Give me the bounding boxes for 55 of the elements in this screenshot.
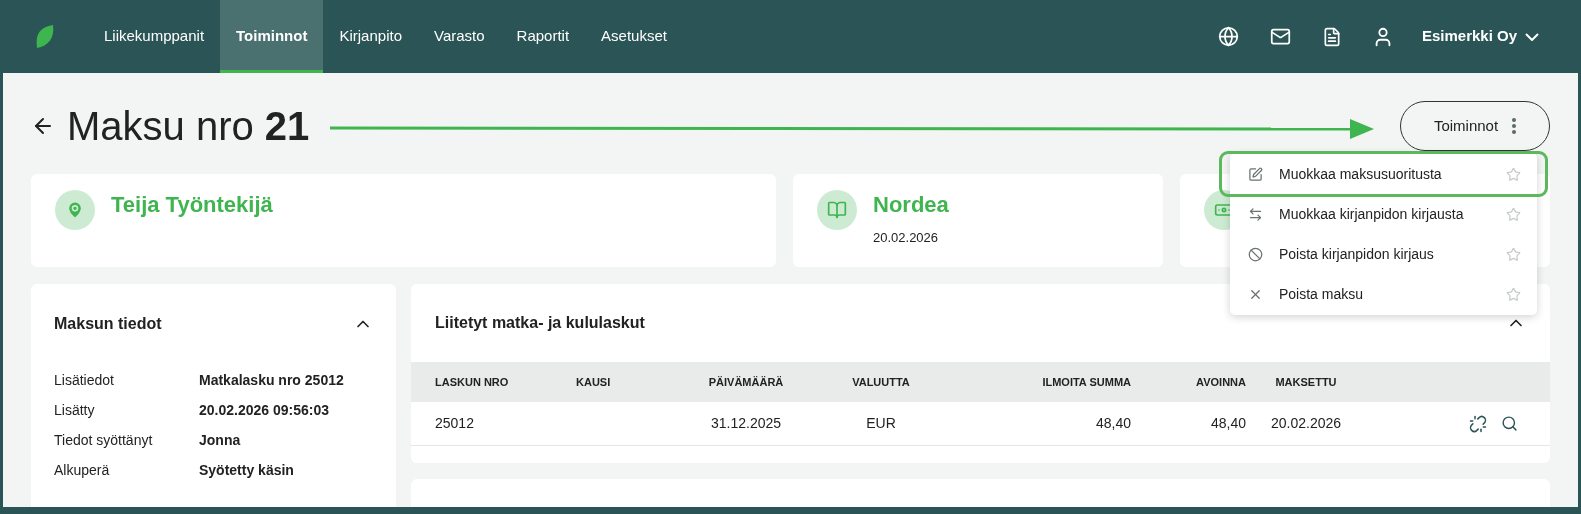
- book-icon: [817, 190, 857, 230]
- detail-label: Alkuperä: [54, 461, 111, 480]
- column-header: AVOINNA: [1195, 374, 1246, 390]
- table-cell: EUR: [866, 415, 896, 431]
- detail-value: Jonna: [199, 431, 241, 450]
- table-cell: 48,40: [1210, 415, 1246, 431]
- table-cell: 48,40: [1095, 415, 1131, 431]
- detail-label: Tiedot syöttänyt: [54, 431, 154, 450]
- nav-tab[interactable]: Raportit: [500, 0, 586, 73]
- column-header: VALUUTTA: [851, 374, 911, 390]
- details-title: Maksun tiedot: [54, 314, 162, 334]
- menu-item[interactable]: Muokkaa kirjanpidon kirjausta: [1230, 194, 1537, 234]
- card-title: Nordea: [873, 191, 949, 219]
- table-title: Liitetyt matka- ja kululaskut: [435, 313, 645, 333]
- nav-tab[interactable]: Kirjanpito: [323, 0, 418, 73]
- nav-tab[interactable]: Varasto: [418, 0, 501, 73]
- column-header: ILMOITA SUMMA: [1041, 374, 1131, 390]
- column-header: LASKUN NRO: [434, 374, 510, 390]
- table-cell: 31.12.2025: [710, 415, 782, 431]
- detail-label: Lisätty: [54, 401, 96, 420]
- table-cell: 20.02.2026: [1270, 415, 1342, 431]
- detail-value: Syötetty käsin: [199, 461, 294, 480]
- menu-item[interactable]: Poista maksu: [1230, 274, 1537, 314]
- swap-icon: [1248, 206, 1263, 222]
- nav-tab[interactable]: Liikekumppanit: [88, 0, 221, 73]
- edit-icon: [1248, 166, 1263, 182]
- block-icon: [1248, 246, 1263, 262]
- column-header: PÄIVÄMÄÄRÄ: [707, 374, 785, 390]
- detail-value: 20.02.2026 09:56:03: [199, 401, 329, 420]
- chevron-down-icon: [1525, 32, 1539, 41]
- menu-item[interactable]: Muokkaa maksusuoritusta: [1222, 154, 1545, 194]
- actions-button[interactable]: Toiminnot: [1400, 101, 1550, 151]
- star-icon[interactable]: [1506, 166, 1521, 182]
- map-pin-icon: [55, 190, 95, 230]
- menu-item[interactable]: Poista kirjanpidon kirjaus: [1230, 234, 1537, 274]
- company-menu[interactable]: Esimerkki Oy: [1421, 25, 1539, 48]
- detail-label: Lisätiedot: [54, 371, 115, 390]
- star-icon[interactable]: [1506, 206, 1521, 222]
- more-icon: [1512, 118, 1517, 134]
- leaf-logo-icon: [34, 23, 56, 50]
- star-icon[interactable]: [1506, 246, 1521, 262]
- unlink-icon[interactable]: [1469, 414, 1487, 433]
- globe-icon[interactable]: [1217, 26, 1239, 47]
- nav-tab[interactable]: Asetukset: [585, 0, 683, 73]
- card-title: Teija Työntekijä: [111, 191, 273, 219]
- detail-value: Matkalasku nro 25012: [199, 371, 344, 390]
- nav-tab[interactable]: Toiminnot: [220, 0, 324, 73]
- column-header: KAUSI: [576, 374, 612, 390]
- search-icon[interactable]: [1501, 414, 1518, 432]
- mail-icon[interactable]: [1268, 26, 1292, 47]
- column-header: MAKSETTU: [1274, 374, 1338, 390]
- page-title: Maksu nro 21: [67, 106, 310, 146]
- star-icon[interactable]: [1506, 286, 1521, 302]
- card-subtitle: 20.02.2026: [873, 229, 940, 247]
- table-cell: 25012: [435, 415, 474, 431]
